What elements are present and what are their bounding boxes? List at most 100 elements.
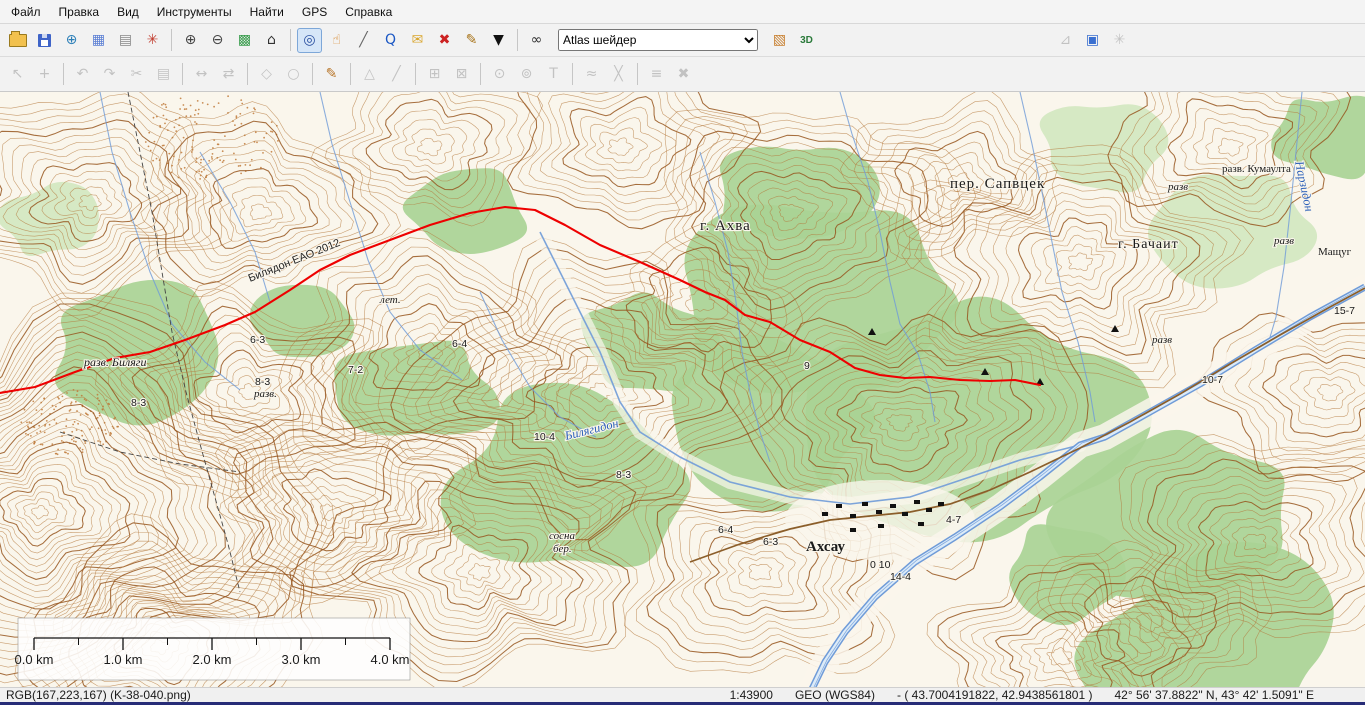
scree-dot [222, 150, 224, 152]
download-online-data-button[interactable]: ⊕ [59, 28, 84, 53]
clear-selection-button[interactable]: ✖ [432, 28, 457, 53]
scree-dot [46, 420, 48, 422]
menu-tools[interactable]: Инструменты [148, 1, 241, 23]
overlay-control-center-button[interactable]: ▦ [86, 28, 111, 53]
scree-dot [179, 108, 181, 110]
map-layout-button[interactable]: ▤ [113, 28, 138, 53]
scree-dot [254, 109, 256, 111]
configuration-icon: ✳ [147, 33, 159, 47]
map-label: 10-7 [1202, 374, 1223, 386]
scree-dot [113, 418, 115, 420]
notebook-button[interactable]: ▣ [1080, 28, 1105, 53]
measure-tool-icon: ╱ [359, 33, 367, 47]
undo-icon: ↶ [77, 67, 89, 81]
map-label: лет. [379, 294, 401, 306]
measure-tool-button[interactable]: ╱ [351, 28, 376, 53]
delete-feature-icon: ✖ [678, 67, 690, 81]
tool-menu-dropdown[interactable]: ▼ [486, 28, 511, 53]
scale-bar-label: 0.0 km [14, 652, 53, 667]
feature-info-tool-button[interactable]: Q [378, 28, 403, 53]
scree-dot [156, 158, 158, 160]
scree-dot [240, 173, 242, 175]
menu-edit[interactable]: Правка [50, 1, 109, 23]
create-rectangle-button: ⊠ [449, 62, 474, 87]
building [926, 508, 932, 512]
scree-dot [73, 437, 75, 439]
scree-dot [183, 137, 185, 139]
sketch-tool-icon: ✎ [326, 67, 338, 81]
create-line-button: ╱ [384, 62, 409, 87]
zoom-out-icon: ⊖ [212, 33, 224, 47]
map-label: разв. Биляги [83, 355, 146, 369]
snap-toggle-icon: ◇ [261, 67, 272, 81]
sketch-tool-button[interactable]: ✎ [319, 62, 344, 87]
scree-dot [28, 427, 30, 429]
scree-dot [98, 427, 100, 429]
zoom-in-icon: ⊕ [185, 33, 197, 47]
scree-dot [199, 178, 201, 180]
scree-dot [72, 424, 74, 426]
save-button[interactable] [32, 28, 57, 53]
pan-tool-button[interactable]: ☝ [324, 28, 349, 53]
full-view-button[interactable]: ▩ [232, 28, 257, 53]
scree-dot [244, 143, 246, 145]
draw-tool-button[interactable]: ✎ [459, 28, 484, 53]
scree-dot [207, 104, 209, 106]
status-pixel-info: RGB(167,223,167) (K-38-040.png) [6, 688, 191, 702]
vertex-mode-button: ○ [281, 62, 306, 87]
map-label: 8-3 [131, 397, 146, 409]
scree-dot [97, 394, 99, 396]
configuration-button[interactable]: ✳ [140, 28, 165, 53]
menu-help[interactable]: Справка [336, 1, 401, 23]
scree-dot [71, 431, 73, 433]
map-label: разв [1151, 334, 1172, 346]
scree-dot [233, 153, 235, 155]
join-lines-button: ≈ [579, 62, 604, 87]
rotate-feature-icon: ⇄ [223, 67, 235, 81]
scree-dot [145, 141, 147, 143]
scree-dot [26, 422, 28, 424]
map-canvas[interactable]: г. Ахвапер. Сапвцекг. Бачаитразв. Кумаул… [0, 92, 1365, 687]
open-file-button[interactable] [5, 28, 30, 53]
zoom-in-button[interactable]: ⊕ [178, 28, 203, 53]
scree-dot [76, 394, 78, 396]
toolbar-separator [171, 29, 172, 51]
scree-dot [272, 131, 274, 133]
zoom-out-button[interactable]: ⊖ [205, 28, 230, 53]
scree-dot [55, 406, 57, 408]
scree-dot [106, 399, 108, 401]
scree-dot [62, 396, 64, 398]
scree-dot [241, 103, 243, 105]
zoom-tool-button[interactable]: ◎ [297, 28, 322, 53]
create-point-icon: △ [364, 67, 375, 81]
scree-dot [81, 435, 83, 437]
map-label: 15-7 [1334, 305, 1355, 317]
building [876, 510, 882, 514]
scree-dot [163, 103, 165, 105]
shader-options-button[interactable]: ▧ [767, 28, 792, 53]
find-features-button[interactable]: ∞ [524, 28, 549, 53]
create-line-icon: ╱ [392, 67, 400, 81]
scree-dot [64, 451, 66, 453]
home-view-button[interactable]: ⌂ [259, 28, 284, 53]
scree-dot [208, 160, 210, 162]
menu-gps[interactable]: GPS [293, 1, 336, 23]
scree-dot [236, 115, 238, 117]
menu-file[interactable]: Файл [2, 1, 50, 23]
pan-tool-icon: ☝ [332, 33, 341, 47]
scree-dot [247, 107, 249, 109]
scree-dot [34, 426, 36, 428]
scree-dot [263, 137, 265, 139]
scree-dot [66, 418, 68, 420]
shader-select[interactable]: Atlas шейдер [558, 29, 758, 51]
zoom-tool-icon: ◎ [303, 33, 315, 47]
scree-dot [161, 104, 163, 106]
view-3d-button[interactable]: 3D [794, 28, 819, 53]
color-swatch-button[interactable]: ✉ [405, 28, 430, 53]
map-label: г. Ахва [700, 218, 751, 234]
copy-feature-icon: ▤ [157, 67, 170, 81]
scree-dot [190, 105, 192, 107]
scree-dot [77, 423, 79, 425]
menu-search[interactable]: Найти [241, 1, 293, 23]
menu-view[interactable]: Вид [108, 1, 148, 23]
